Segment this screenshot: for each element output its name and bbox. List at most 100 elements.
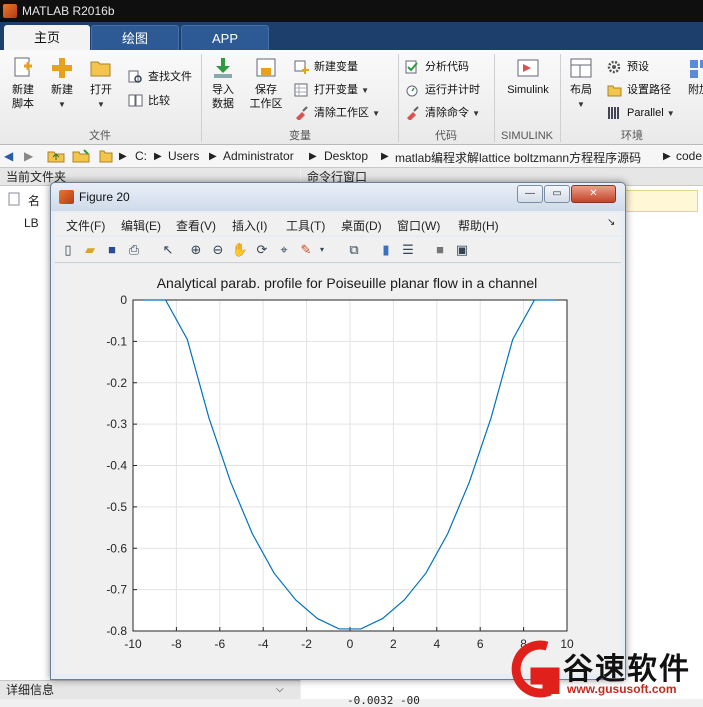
new-button[interactable]: 新建 ▼ [45, 56, 79, 112]
link-plot-icon[interactable]: ⧉ [345, 241, 363, 259]
layout-button[interactable]: 布局 ▼ [564, 56, 598, 112]
print-icon[interactable]: ⎙ [125, 241, 143, 259]
pan-hand-icon[interactable]: ✋ [231, 241, 249, 259]
parallel-button[interactable]: Parallel ▼ [607, 104, 675, 122]
open-variable-button[interactable]: 打开变量 ▼ [294, 81, 369, 99]
chevron-down-icon[interactable]: ▾ [313, 241, 331, 259]
folder-row-name[interactable]: 名 [28, 192, 40, 209]
tab-apps[interactable]: APP [181, 25, 269, 50]
pointer-icon[interactable]: ↖ [159, 241, 177, 259]
dock-arrow-icon[interactable]: ↘ [607, 217, 615, 228]
import-data-button[interactable]: 导入 数据 [206, 56, 240, 111]
compare-label: 比较 [148, 95, 170, 107]
close-button[interactable]: ✕ [571, 185, 616, 203]
maximize-button[interactable]: ▭ [544, 185, 570, 203]
find-files-button[interactable]: 查找文件 [128, 68, 192, 86]
parallel-label: Parallel [627, 107, 664, 119]
forward-arrow-icon[interactable]: ▶ [24, 149, 33, 163]
back-arrow-icon[interactable]: ◀ [4, 149, 13, 163]
menu-edit[interactable]: 编辑(E) [121, 217, 161, 234]
folder-icon [99, 149, 113, 166]
watermark: 谷速软件 www.gususoft.com [505, 640, 703, 699]
show-plot-tools-icon[interactable]: ▣ [453, 241, 471, 259]
clear-workspace-button[interactable]: 清除工作区 ▼ [294, 104, 380, 122]
app-titlebar: MATLAB R2016b [0, 0, 703, 22]
legend-icon[interactable]: ☰ [399, 241, 417, 259]
menu-file[interactable]: 文件(F) [66, 217, 105, 234]
menu-help[interactable]: 帮助(H) [458, 217, 499, 234]
hide-plot-tools-icon[interactable]: ■ [431, 241, 449, 259]
up-folder-icon[interactable] [47, 149, 65, 166]
addons-button[interactable]: 附加 [684, 56, 703, 97]
y-tick-label: -0.6 [106, 541, 127, 555]
preferences-button[interactable]: 预设 [607, 58, 649, 76]
minimize-button[interactable]: — [517, 185, 543, 203]
chevron-down-icon: ▼ [372, 109, 380, 118]
colorbar-icon[interactable]: ▮ [377, 241, 395, 259]
browse-folder-icon[interactable] [72, 149, 90, 166]
data-cursor-icon[interactable]: ⌖ [275, 241, 293, 259]
new-variable-button[interactable]: 新建变量 [294, 58, 358, 76]
figure-title: Figure 20 [79, 190, 130, 204]
figure-window[interactable]: Figure 20 — ▭ ✕ 文件(F) 编辑(E) 查看(V) 插入(I) … [50, 182, 626, 680]
clear-commands-button[interactable]: 清除命令 ▼ [405, 104, 480, 122]
figure-menubar: 文件(F) 编辑(E) 查看(V) 插入(I) 工具(T) 桌面(D) 窗口(W… [55, 213, 621, 235]
save-workspace-icon [256, 58, 276, 77]
run-and-time-button[interactable]: 运行并计时 [405, 81, 480, 99]
new-script-button[interactable]: 新建 脚本 [6, 56, 40, 111]
watermark-url: www.gususoft.com [567, 682, 677, 696]
x-tick-label: -6 [214, 637, 225, 651]
grid-icon [294, 83, 308, 97]
file-icon [8, 192, 20, 209]
breadcrumb-users[interactable]: Users [168, 149, 199, 163]
chevron-down-icon: ▼ [361, 86, 369, 95]
open-label: 打开 [90, 84, 112, 96]
save-icon[interactable]: ■ [103, 241, 121, 259]
ribbon-tabstrip: 主页 绘图 APP [0, 22, 703, 50]
ribbon: 新建 脚本 新建 ▼ 打开 ▼ 查找文件 比较 文件 导入 数据 保存 工作区 新建… [0, 50, 703, 145]
line-chart[interactable]: Analytical parab. profile for Poiseuille… [55, 264, 621, 674]
breadcrumb-project[interactable]: matlab编程求解lattice boltzmann方程程序源码 [395, 149, 641, 166]
menu-window[interactable]: 窗口(W) [397, 217, 440, 234]
menu-desktop[interactable]: 桌面(D) [341, 217, 382, 234]
breadcrumb-desktop[interactable]: Desktop [324, 149, 368, 163]
zoom-in-icon[interactable]: ⊕ [187, 241, 205, 259]
zoom-out-icon[interactable]: ⊖ [209, 241, 227, 259]
tab-plots[interactable]: 绘图 [91, 25, 179, 50]
breadcrumb-drive[interactable]: C: [135, 149, 147, 163]
plot-area[interactable]: Analytical parab. profile for Poiseuille… [55, 264, 621, 674]
figure-titlebar[interactable]: Figure 20 — ▭ ✕ [51, 183, 625, 211]
plus-icon [52, 58, 72, 78]
x-tick-label: -8 [171, 637, 182, 651]
save-workspace-button[interactable]: 保存 工作区 [246, 56, 286, 111]
breadcrumb-code[interactable]: code [676, 149, 702, 163]
chevron-down-icon: ▼ [577, 100, 585, 109]
breadcrumb-administrator[interactable]: Administrator [223, 149, 294, 163]
address-bar: ◀ ▶ ▶ C: ▶ Users ▶ Administrator ▶ Deskt… [0, 145, 703, 168]
menu-view[interactable]: 查看(V) [176, 217, 216, 234]
details-bar[interactable]: 详细信息 ⌵ [0, 680, 300, 699]
chevron-right-icon: ▶ [154, 151, 162, 162]
parallel-icon [608, 107, 619, 119]
layout-label: 布局 [570, 84, 592, 96]
group-code-label: 代码 [435, 130, 457, 142]
import-icon [214, 58, 232, 78]
chevron-down-icon: ▼ [666, 109, 675, 118]
rotate-3d-icon[interactable]: ⟳ [253, 241, 271, 259]
chevron-down-icon[interactable]: ⌵ [276, 681, 284, 699]
set-path-button[interactable]: 设置路径 [607, 81, 671, 99]
grid-plus-icon [294, 60, 309, 74]
menu-insert[interactable]: 插入(I) [232, 217, 267, 234]
x-tick-label: 2 [390, 637, 397, 651]
open-button[interactable]: 打开 ▼ [84, 56, 118, 112]
file-row-name[interactable]: LB [24, 216, 39, 230]
simulink-label: Simulink [507, 84, 549, 96]
menu-tools[interactable]: 工具(T) [286, 217, 325, 234]
compare-button[interactable]: 比较 [128, 92, 170, 110]
open-file-icon[interactable]: ▰ [81, 241, 99, 259]
new-figure-icon[interactable]: ▯ [59, 241, 77, 259]
simulink-button[interactable]: Simulink [500, 56, 556, 97]
new-script-icon [14, 57, 32, 77]
tab-home[interactable]: 主页 [4, 25, 90, 50]
analyze-code-button[interactable]: 分析代码 [405, 58, 469, 76]
